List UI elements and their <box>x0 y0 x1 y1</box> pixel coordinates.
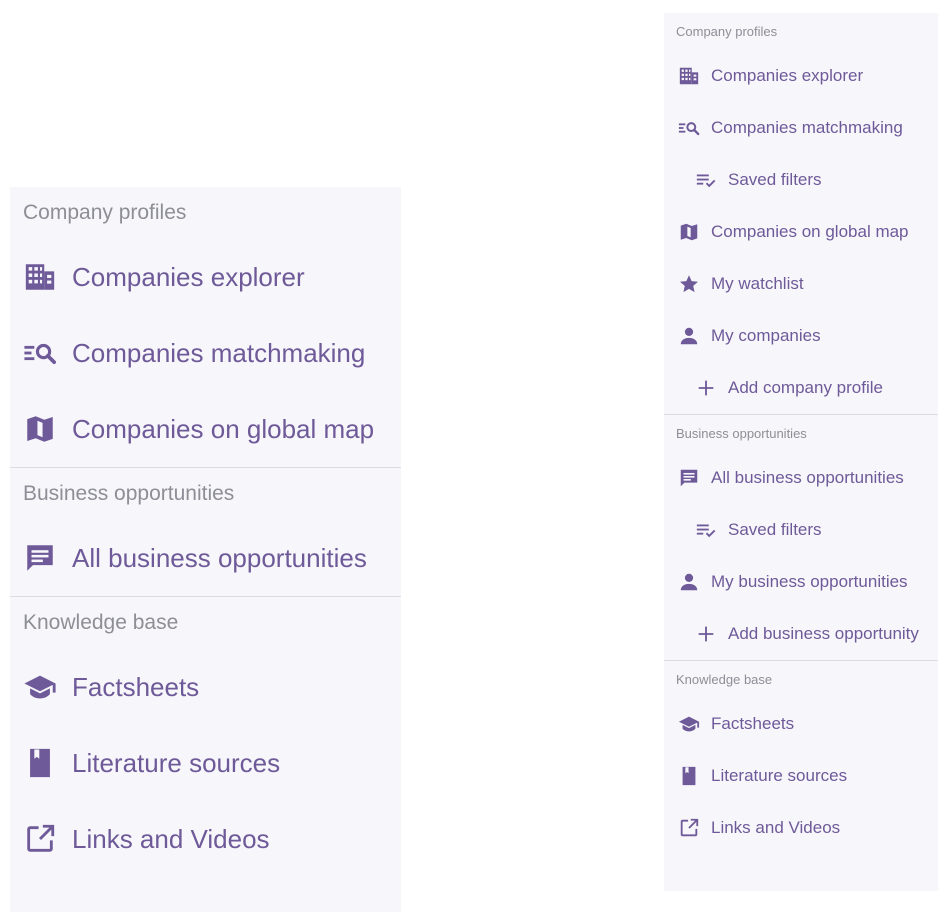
section-heading: Business opportunities <box>676 426 807 441</box>
building-icon <box>23 260 57 294</box>
list-check-icon <box>695 519 717 541</box>
menu-item-label: All business opportunities <box>711 468 904 487</box>
menu-item-companies-on-global-map[interactable]: Companies on global map <box>664 206 938 258</box>
menu-item-label: Factsheets <box>711 714 795 733</box>
menu-item-my-business-opportunities[interactable]: My business opportunities <box>664 556 938 608</box>
menu-item-links-and-videos[interactable]: Links and Videos <box>10 801 401 877</box>
menu-item-label: Companies explorer <box>711 66 864 85</box>
plus-icon <box>695 623 717 645</box>
menu-item-add-business-opportunity[interactable]: Add business opportunity <box>664 608 938 660</box>
star-icon <box>678 273 700 295</box>
section-business-opportunities: Business opportunities All business oppo… <box>664 414 938 660</box>
menu-item-label: Links and Videos <box>72 823 270 854</box>
sidebar-menu-large: Company profiles Companies explorer Comp… <box>10 187 401 912</box>
person-icon <box>678 325 700 347</box>
menu-item-all-business-opportunities[interactable]: All business opportunities <box>10 520 401 596</box>
menu-item-factsheets[interactable]: Factsheets <box>10 649 401 725</box>
menu-item-label: Companies on global map <box>711 222 909 241</box>
building-icon <box>678 65 700 87</box>
section-company-profiles: Company profiles Companies explorer Comp… <box>664 13 938 414</box>
menu-item-literature-sources[interactable]: Literature sources <box>10 725 401 801</box>
menu-item-label: Companies on global map <box>72 413 375 444</box>
graduation-cap-icon <box>678 713 700 735</box>
menu-item-label: My watchlist <box>711 274 804 293</box>
list-check-icon <box>695 169 717 191</box>
menu-item-saved-filters[interactable]: Saved filters <box>664 154 938 206</box>
menu-item-label: Literature sources <box>711 766 848 785</box>
menu-item-companies-explorer[interactable]: Companies explorer <box>664 50 938 102</box>
list-search-icon <box>678 117 700 139</box>
menu-item-label: Factsheets <box>72 671 200 702</box>
section-heading: Business opportunities <box>23 482 235 505</box>
external-link-icon <box>23 822 57 856</box>
section-knowledge-base: Knowledge base Factsheets Literature sou… <box>10 596 401 877</box>
menu-item-label: My business opportunities <box>711 572 908 591</box>
external-link-icon <box>678 817 700 839</box>
section-company-profiles: Company profiles Companies explorer Comp… <box>10 187 401 467</box>
menu-item-literature-sources[interactable]: Literature sources <box>664 750 938 802</box>
menu-item-my-watchlist[interactable]: My watchlist <box>664 258 938 310</box>
section-heading: Knowledge base <box>23 611 179 634</box>
plus-icon <box>695 377 717 399</box>
message-icon <box>23 541 57 575</box>
menu-item-all-business-opportunities[interactable]: All business opportunities <box>664 452 938 504</box>
menu-item-links-and-videos[interactable]: Links and Videos <box>664 802 938 854</box>
section-heading: Company profiles <box>23 201 187 224</box>
menu-item-factsheets[interactable]: Factsheets <box>664 698 938 750</box>
person-icon <box>678 571 700 593</box>
menu-item-label: Saved filters <box>728 520 822 539</box>
menu-item-add-company-profile[interactable]: Add company profile <box>664 362 938 414</box>
menu-item-label: Companies explorer <box>72 261 305 292</box>
book-icon <box>678 765 700 787</box>
menu-item-saved-filters[interactable]: Saved filters <box>664 504 938 556</box>
menu-item-label: Companies matchmaking <box>711 118 903 137</box>
map-icon <box>23 412 57 446</box>
menu-item-label: My companies <box>711 326 821 345</box>
map-icon <box>678 221 700 243</box>
section-heading: Knowledge base <box>676 672 773 687</box>
section-business-opportunities: Business opportunities All business oppo… <box>10 467 401 596</box>
menu-item-label: Links and Videos <box>711 818 841 837</box>
menu-item-companies-explorer[interactable]: Companies explorer <box>10 239 401 315</box>
list-search-icon <box>23 336 57 370</box>
menu-item-label: All business opportunities <box>72 542 367 573</box>
menu-item-companies-matchmaking[interactable]: Companies matchmaking <box>664 102 938 154</box>
menu-item-label: Add company profile <box>728 378 883 397</box>
menu-item-my-companies[interactable]: My companies <box>664 310 938 362</box>
section-heading: Company profiles <box>676 24 778 39</box>
section-knowledge-base: Knowledge base Factsheets Literature sou… <box>664 660 938 854</box>
menu-item-label: Add business opportunity <box>728 624 919 643</box>
menu-item-companies-matchmaking[interactable]: Companies matchmaking <box>10 315 401 391</box>
menu-item-label: Saved filters <box>728 170 822 189</box>
graduation-cap-icon <box>23 670 57 704</box>
message-icon <box>678 467 700 489</box>
sidebar-menu-small: Company profiles Companies explorer Comp… <box>664 13 938 891</box>
menu-item-label: Literature sources <box>72 747 281 778</box>
book-icon <box>23 746 57 780</box>
menu-item-companies-on-global-map[interactable]: Companies on global map <box>10 391 401 467</box>
menu-item-label: Companies matchmaking <box>72 337 366 368</box>
